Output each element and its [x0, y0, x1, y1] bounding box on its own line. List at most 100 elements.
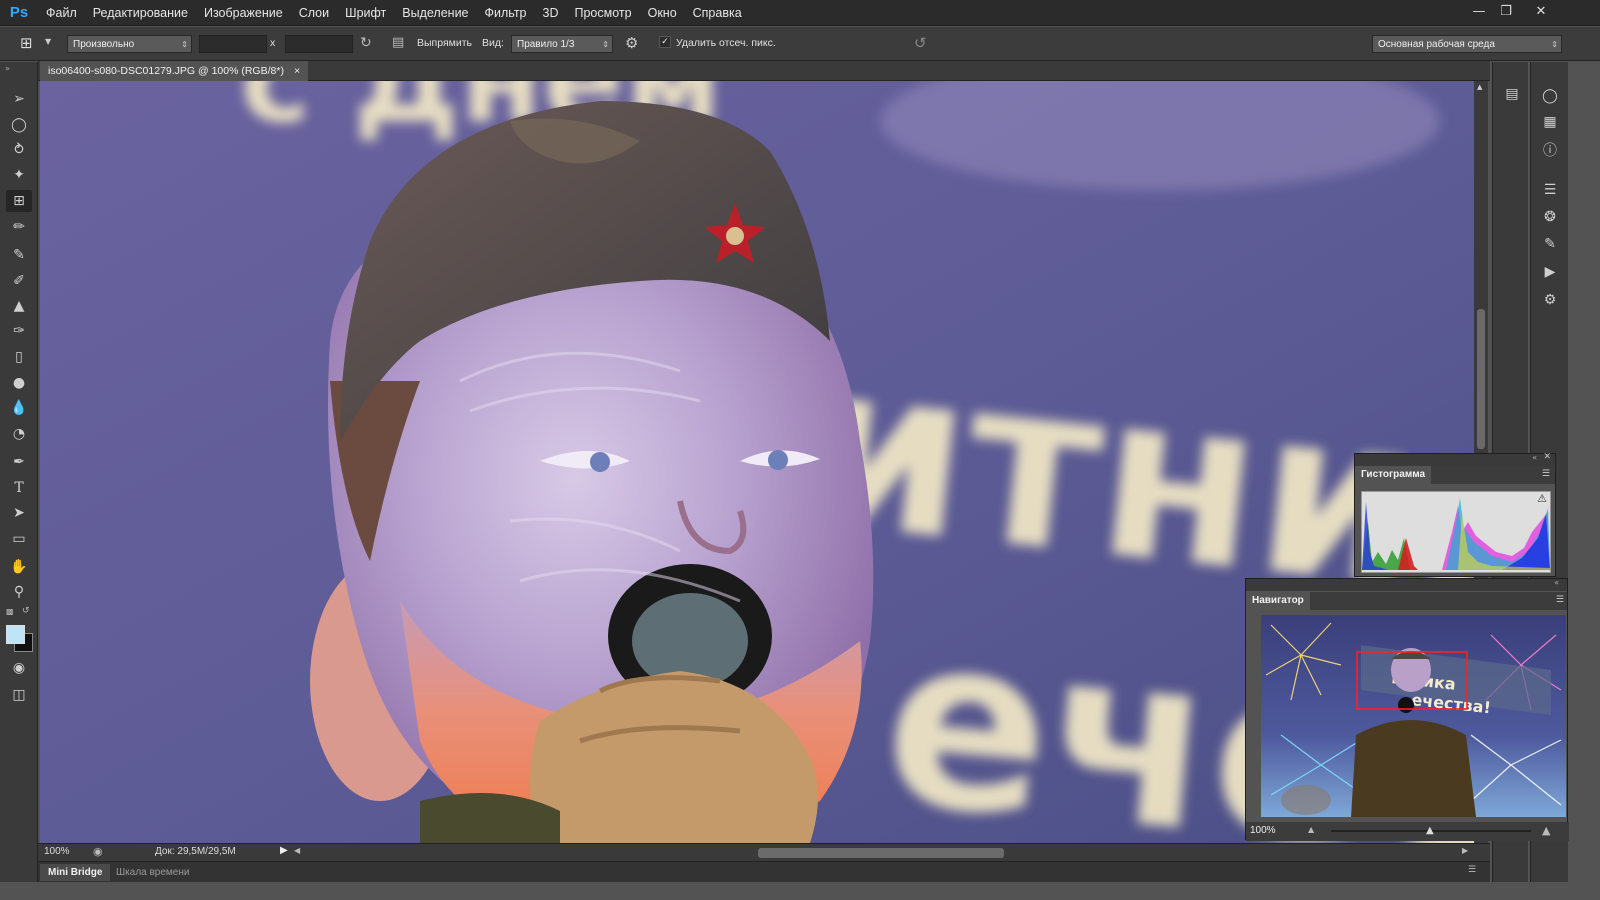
color-panel-icon[interactable]: ◯: [1540, 86, 1560, 106]
tab-mini-bridge[interactable]: Mini Bridge: [40, 864, 111, 881]
adjustments-panel-icon[interactable]: ⚙: [1540, 290, 1560, 310]
histogram-graph: [1362, 498, 1550, 570]
menu-view[interactable]: Просмотр: [567, 0, 640, 26]
restore-icon[interactable]: ❐: [1493, 0, 1519, 22]
crop-tool-icon[interactable]: ⊞: [6, 190, 32, 212]
pen-tool-icon[interactable]: ✒: [6, 451, 32, 473]
tab-timeline[interactable]: Шкала времени: [108, 864, 197, 881]
type-tool-icon[interactable]: T: [6, 477, 32, 499]
menu-filter[interactable]: Фильтр: [477, 0, 535, 26]
gear-icon[interactable]: ⚙: [625, 34, 643, 52]
navigator-panel-header[interactable]: «: [1246, 578, 1567, 591]
chevron-down-icon[interactable]: ▼: [45, 37, 51, 46]
collapse-navigator-icon[interactable]: «: [1554, 578, 1559, 587]
dodge-tool-icon[interactable]: ◔: [6, 423, 32, 445]
paint-bucket-icon[interactable]: ●: [6, 372, 32, 394]
histogram-panel-header[interactable]: « ✕: [1355, 452, 1555, 466]
reset-icon[interactable]: ↺: [914, 34, 932, 52]
menu-window[interactable]: Окно: [640, 0, 685, 26]
document-size: Док: 29,5M/29,5M: [155, 846, 236, 857]
histogram-chart: ⚠: [1361, 491, 1551, 573]
default-colors-icon[interactable]: ▩: [6, 607, 14, 616]
document-title: iso06400-s080-DSC01279.JPG @ 100% (RGB/8…: [48, 65, 284, 77]
brush-tool-icon[interactable]: ✐: [6, 270, 32, 292]
workspace-select[interactable]: Основная рабочая среда ⇕: [1372, 35, 1562, 53]
scroll-left-icon[interactable]: ◀: [294, 846, 300, 855]
ratio-preset-select[interactable]: Произвольно ⇕: [67, 35, 192, 53]
minimize-icon[interactable]: —: [1466, 0, 1492, 22]
horizontal-scroll-thumb[interactable]: [758, 848, 1004, 858]
menu-select[interactable]: Выделение: [394, 0, 476, 26]
status-info-icon[interactable]: ◉: [93, 845, 103, 858]
channels-panel-icon[interactable]: ❂: [1540, 207, 1560, 227]
warning-triangle-icon[interactable]: ⚠: [1537, 492, 1547, 505]
straighten-button[interactable]: Выпрямить: [417, 37, 472, 49]
navigator-tab[interactable]: Навигатор: [1246, 592, 1310, 610]
lasso-tool-icon[interactable]: ⥁: [6, 139, 32, 161]
collapse-icon[interactable]: »: [5, 64, 10, 73]
navigator-preview[interactable]: итника ечества!: [1261, 615, 1566, 817]
menu-type[interactable]: Шрифт: [337, 0, 394, 26]
healing-brush-icon[interactable]: ✎: [6, 244, 32, 266]
panel-menu-icon[interactable]: ☰: [1468, 865, 1476, 875]
document-tabs: iso06400-s080-DSC01279.JPG @ 100% (RGB/8…: [38, 61, 1490, 81]
zoom-in-icon[interactable]: ▲: [1542, 824, 1550, 837]
histogram-tabbar: Гистограмма ☰: [1355, 466, 1555, 484]
swatches-panel-icon[interactable]: ▦: [1540, 112, 1560, 132]
path-select-icon[interactable]: ➤: [6, 502, 32, 524]
close-panel-icon[interactable]: ✕: [1543, 452, 1551, 462]
status-bar: 100% ◉ Док: 29,5M/29,5M ▶ ◀ ▶: [38, 843, 1490, 861]
blur-tool-icon[interactable]: 💧: [6, 397, 32, 419]
menu-help[interactable]: Справка: [685, 0, 750, 26]
scroll-right-icon[interactable]: ▶: [1462, 846, 1468, 855]
swap-colors-icon[interactable]: ↺: [22, 606, 30, 616]
history-brush-icon[interactable]: ✑: [6, 320, 32, 342]
quick-mask-icon[interactable]: ◉: [6, 657, 32, 679]
zoom-out-icon[interactable]: ▲: [1308, 825, 1314, 834]
eraser-icon[interactable]: ▯: [6, 346, 32, 368]
info-panel-icon[interactable]: ⓘ: [1540, 140, 1560, 160]
menu-image[interactable]: Изображение: [196, 0, 291, 26]
stamp-tool-icon[interactable]: ▲: [6, 295, 32, 317]
eyedropper-icon[interactable]: ✏: [6, 216, 32, 238]
menu-3d[interactable]: 3D: [535, 0, 567, 26]
menu-layers[interactable]: Слои: [291, 0, 337, 26]
tools-panel: » ➢ ◯ ⥁ ✦ ⊞ ✏ ✎ ✐ ▲ ✑ ▯ ● 💧 ◔ ✒ T ➤ ▭ ✋ …: [0, 62, 38, 882]
zoom-tool-icon[interactable]: ⚲: [6, 581, 32, 603]
zoom-level[interactable]: 100%: [44, 846, 70, 857]
scroll-up-icon[interactable]: ▲: [1477, 83, 1482, 91]
move-tool-icon[interactable]: ➢: [6, 88, 32, 110]
navigator-panel: « Навигатор ☰ итника ечества!: [1245, 578, 1569, 841]
foreground-color-swatch[interactable]: [6, 625, 25, 644]
vertical-scroll-thumb[interactable]: [1477, 309, 1485, 449]
layers-panel-icon[interactable]: ☰: [1540, 180, 1560, 200]
delete-cropped-checkbox[interactable]: ✓: [659, 36, 671, 48]
height-field[interactable]: [285, 35, 353, 53]
navigator-options-icon[interactable]: ☰: [1556, 595, 1564, 605]
menu-file[interactable]: Файл: [38, 0, 85, 26]
status-menu-arrow-icon[interactable]: ▶: [280, 845, 288, 856]
marquee-tool-icon[interactable]: ◯: [6, 114, 32, 136]
collapse-panel-icon[interactable]: «: [1532, 453, 1537, 462]
actions-panel-icon[interactable]: ▶: [1540, 262, 1560, 282]
hand-tool-icon[interactable]: ✋: [6, 556, 32, 578]
histogram-panel: « ✕ Гистограмма ☰ ⚠: [1354, 452, 1556, 577]
histogram-tab[interactable]: Гистограмма: [1355, 466, 1432, 484]
zoom-slider-thumb[interactable]: ▲: [1426, 825, 1434, 836]
close-window-icon[interactable]: ✕: [1528, 0, 1554, 22]
screen-mode-icon[interactable]: ◫: [6, 684, 32, 706]
close-tab-icon[interactable]: ×: [294, 61, 300, 81]
menu-edit[interactable]: Редактирование: [85, 0, 196, 26]
straighten-icon[interactable]: ▤: [392, 35, 408, 51]
history-panel-icon[interactable]: ▤: [1502, 84, 1522, 104]
paths-panel-icon[interactable]: ✎: [1540, 234, 1560, 254]
document-tab[interactable]: iso06400-s080-DSC01279.JPG @ 100% (RGB/8…: [40, 61, 309, 81]
width-field[interactable]: [199, 35, 267, 53]
swap-icon[interactable]: ↻: [360, 35, 378, 53]
panel-options-icon[interactable]: ☰: [1542, 469, 1550, 479]
magic-wand-icon[interactable]: ✦: [6, 164, 32, 186]
overlay-view-select[interactable]: Правило 1/3 ⇕: [511, 35, 613, 53]
navigator-zoom-value[interactable]: 100%: [1250, 825, 1276, 836]
rectangle-tool-icon[interactable]: ▭: [6, 528, 32, 550]
crop-tool-preset-icon[interactable]: ⊞: [20, 34, 40, 54]
